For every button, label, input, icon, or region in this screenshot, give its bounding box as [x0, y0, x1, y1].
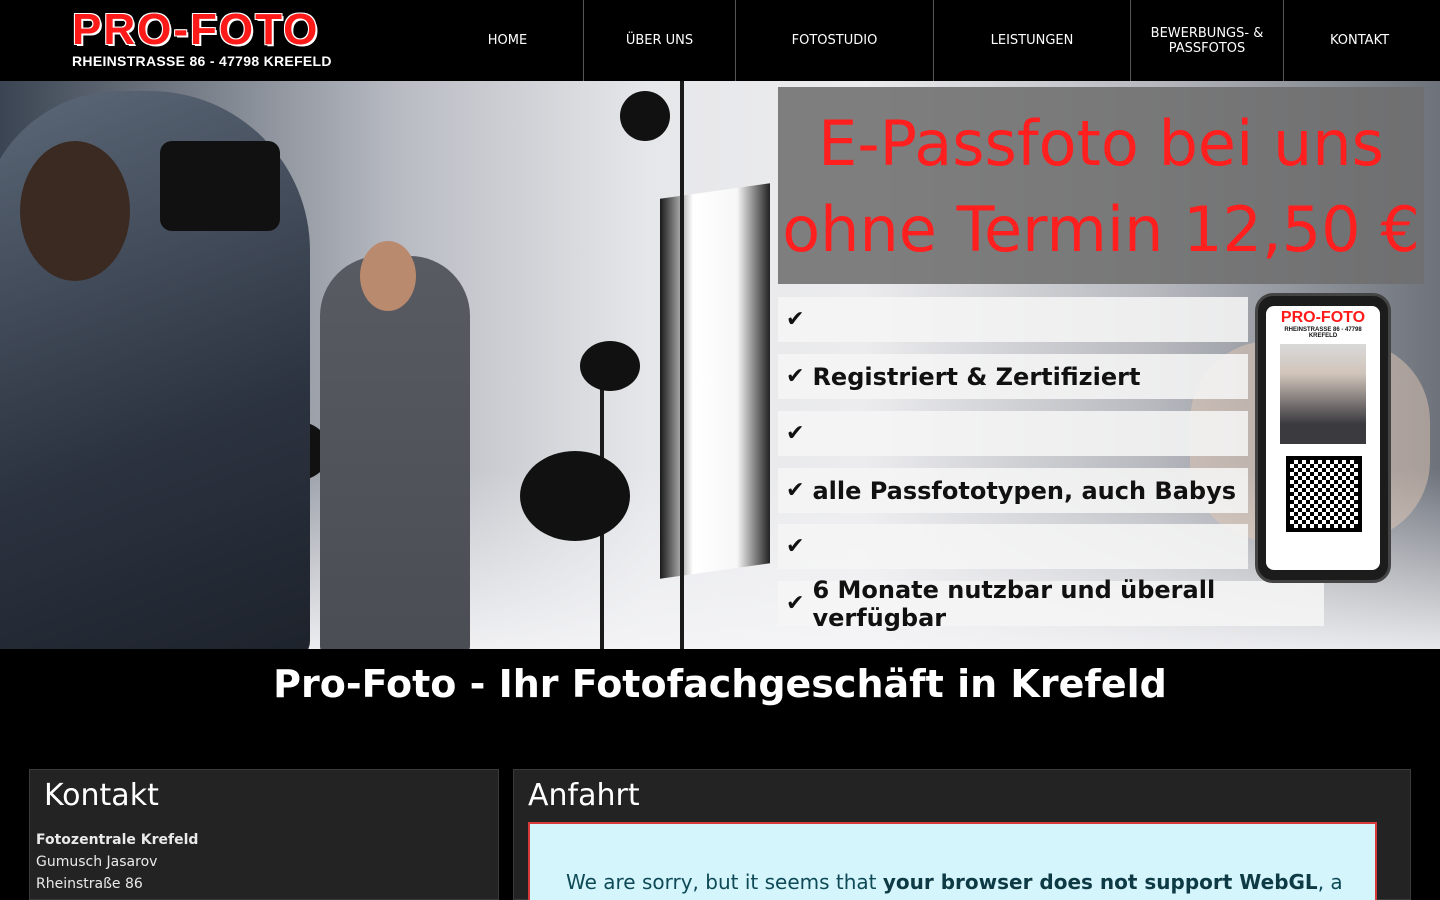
contact-company: Fotozentrale Krefeld	[36, 832, 199, 848]
webgl-notice-prefix: We are sorry, but it seems that	[566, 870, 883, 894]
studio-lamp	[520, 451, 630, 541]
contact-panel: Kontakt Fotozentrale Krefeld Gumusch Jas…	[29, 769, 499, 900]
feature-text: Registriert & Zertifiziert	[812, 362, 1141, 391]
studio-lamp	[580, 341, 640, 391]
check-icon: ✔	[786, 307, 805, 332]
check-icon: ✔	[786, 591, 805, 616]
feature-row: ✔ 6 Monate nutzbar und überall verfügbar	[778, 576, 1324, 632]
directions-panel: Anfahrt We are sorry, but it seems that …	[513, 769, 1411, 900]
feature-text: 6 Monate nutzbar und überall verfügbar	[812, 575, 1216, 632]
hero-banner: E-Passfoto bei uns ohne Termin 12,50 € ✔…	[0, 81, 1440, 649]
promo-box: E-Passfoto bei uns ohne Termin 12,50 €	[778, 87, 1424, 284]
phone-screen: PRO-FOTO RHEINSTRASSE 86 - 47798 KREFELD	[1266, 306, 1380, 570]
studio-lamp	[620, 91, 670, 141]
passport-photo	[1280, 344, 1366, 444]
feature-row: ✔ alle Passfototypen, auch Babys	[778, 468, 1248, 513]
contact-street: Rheinstraße 86	[36, 876, 143, 892]
smartphone: PRO-FOTO RHEINSTRASSE 86 - 47798 KREFELD	[1255, 293, 1391, 583]
contact-name: Gumusch Jasarov	[36, 854, 158, 870]
webgl-notice-bold: your browser does not support WebGL	[882, 870, 1318, 894]
photographer-head	[20, 141, 130, 281]
page-title: Pro-Foto - Ihr Fotofachgeschäft in Krefe…	[273, 662, 1167, 706]
feature-row: ✔ Registriert & Zertifiziert	[778, 354, 1248, 399]
promo-line-2: ohne Termin 12,50 €	[782, 193, 1420, 266]
nav-home[interactable]: HOME	[432, 0, 583, 81]
contact-heading: Kontakt	[44, 778, 159, 813]
promo-line-1: E-Passfoto bei uns	[818, 107, 1384, 180]
light-stand	[680, 81, 684, 649]
nav-kontakt[interactable]: KONTAKT	[1283, 0, 1435, 81]
nav-leistungen[interactable]: LEISTUNGEN	[933, 0, 1130, 81]
webgl-notice-suffix: , a	[1317, 870, 1343, 894]
model-figure	[320, 256, 470, 649]
nav-ueber-uns[interactable]: ÜBER UNS	[583, 0, 735, 81]
model-head	[360, 241, 416, 311]
logo-address: RHEINSTRASSE 86 - 47798 KREFELD	[72, 53, 332, 69]
check-icon: ✔	[786, 534, 805, 559]
webgl-notice-text: We are sorry, but it seems that your bro…	[566, 870, 1343, 894]
site-header: PRO-FOTO RHEINSTRASSE 86 - 47798 KREFELD…	[0, 0, 1440, 81]
logo[interactable]: PRO-FOTO RHEINSTRASSE 86 - 47798 KREFELD	[72, 5, 362, 70]
feature-row: ✔	[778, 411, 1248, 456]
nav-fotostudio[interactable]: FOTOSTUDIO	[735, 0, 933, 81]
phone-logo-address: RHEINSTRASSE 86 - 47798 KREFELD	[1284, 327, 1362, 339]
feature-row: ✔	[778, 297, 1248, 342]
nav-bewerbungs-passfotos[interactable]: BEWERBUNGS- & PASSFOTOS	[1130, 0, 1283, 81]
directions-heading: Anfahrt	[528, 778, 640, 813]
qr-code-icon	[1286, 456, 1362, 532]
map-webgl-notice: We are sorry, but it seems that your bro…	[528, 822, 1377, 900]
feature-text: alle Passfototypen, auch Babys	[812, 476, 1236, 505]
check-icon: ✔	[786, 478, 805, 503]
check-icon: ✔	[786, 421, 805, 446]
logo-title: PRO-FOTO	[72, 5, 320, 54]
camera	[160, 141, 280, 231]
feature-row: ✔	[778, 524, 1248, 569]
softbox-light	[660, 183, 770, 579]
phone-logo: PRO-FOTO	[1280, 309, 1366, 326]
check-icon: ✔	[786, 364, 805, 389]
contact-address: Fotozentrale Krefeld Gumusch Jasarov Rhe…	[36, 829, 198, 895]
